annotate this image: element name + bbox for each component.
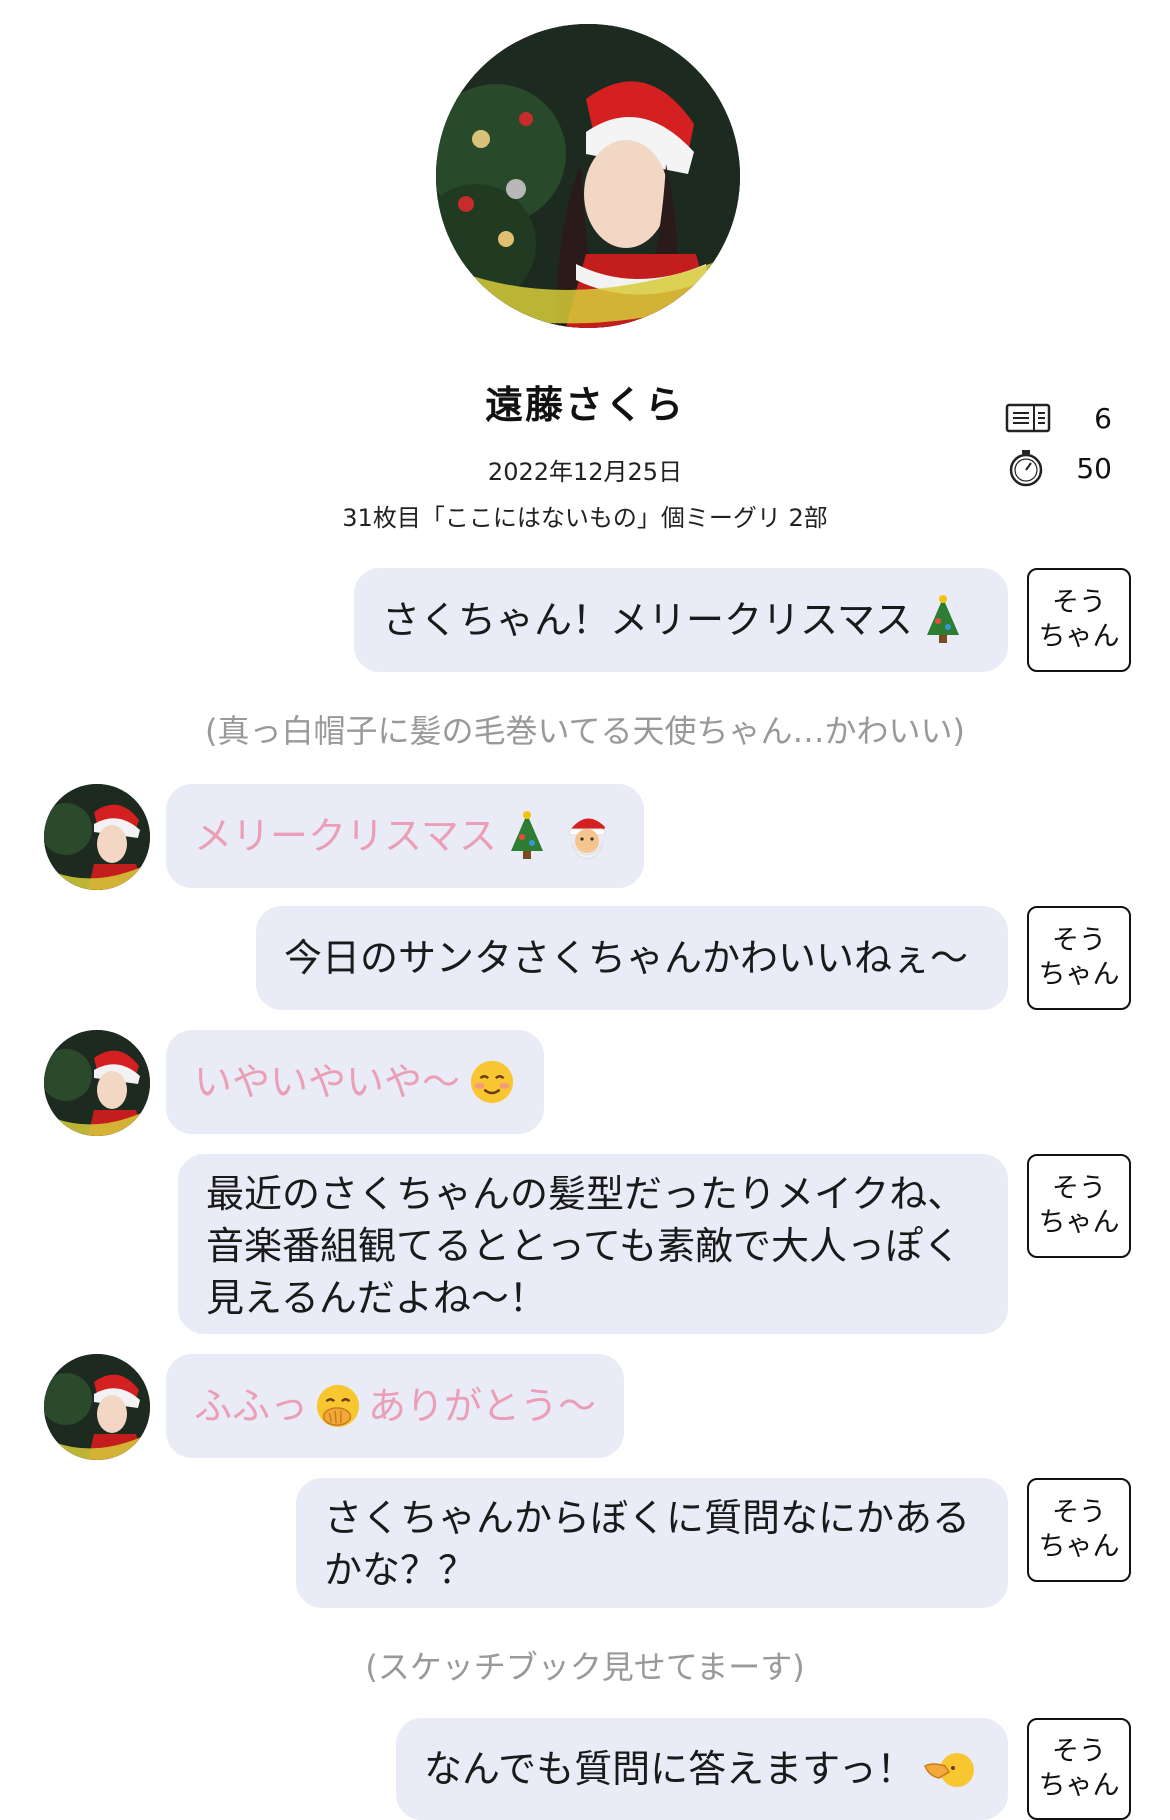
sender-tag: そう ちゃん: [1027, 906, 1131, 1010]
member-name: 遠藤さくら: [484, 383, 685, 427]
message-bubble-self: さくちゃん！メリークリスマス: [354, 568, 1008, 672]
sender-tag-line-2: ちゃん: [1038, 1770, 1120, 1801]
event-date: 2022年12月25日: [487, 458, 683, 486]
stage-note: (真っ白帽子に髪の毛巻いてる天使ちゃん…かわいい): [204, 712, 965, 750]
event-title: 31枚目「ここにはないもの」個ミーグリ 2部: [342, 504, 828, 532]
stage-note: (スケッチブック見せてまーす): [365, 1648, 805, 1686]
sender-tag: そう ちゃん: [1027, 1718, 1131, 1820]
hand-over-mouth-icon: [316, 1384, 360, 1428]
sender-tag: そう ちゃん: [1027, 1478, 1131, 1582]
message-bubble-other: メリークリスマス: [166, 784, 644, 888]
message-text: 最近のさくちゃんの髪型だったりメイクね、音楽番組観てるととっても素敵で大人っぽく…: [206, 1172, 966, 1320]
message-bubble-self: 最近のさくちゃんの髪型だったりメイクね、音楽番組観てるととっても素敵で大人っぽく…: [178, 1154, 1008, 1334]
message-bubble-other: いやいやいや〜: [166, 1030, 544, 1134]
santa-icon: [568, 818, 606, 860]
ticket-count-value: 6: [1094, 401, 1112, 435]
message-text: さくちゃんからぼくに質問なにかあるかな？？: [324, 1496, 971, 1592]
member-avatar[interactable]: [44, 1354, 150, 1460]
sender-tag-line-1: そう: [1052, 1736, 1106, 1767]
profile-avatar[interactable]: [436, 24, 740, 328]
message-text: 今日のサンタさくちゃんかわいいねぇ〜: [284, 936, 969, 980]
message-text: いやいやいや〜: [194, 1060, 461, 1104]
christmas-tree-icon: [926, 595, 959, 643]
message-bubble-self: さくちゃんからぼくに質問なにかあるかな？？: [296, 1478, 1008, 1608]
sender-tag-line-2: ちゃん: [1038, 959, 1120, 990]
christmas-tree-icon: [510, 811, 543, 859]
stopwatch-icon: [1009, 450, 1043, 487]
sender-tag-line-1: そう: [1052, 1497, 1106, 1528]
ticket-icon: [1005, 403, 1051, 433]
sender-tag: そう ちゃん: [1027, 1154, 1131, 1258]
sender-tag-line-2: ちゃん: [1038, 1207, 1120, 1238]
seconds-count: 50: [1004, 448, 1112, 488]
message-text: さくちゃん！メリークリスマス: [382, 598, 913, 642]
message-text: メリークリスマス: [194, 814, 497, 858]
sender-tag-line-1: そう: [1052, 587, 1106, 618]
sender-tag-line-1: そう: [1052, 925, 1106, 956]
sender-tag-line-2: ちゃん: [1038, 621, 1120, 652]
message-bubble-self: なんでも質問に答えますっ！: [396, 1718, 1008, 1820]
message-text: なんでも質問に答えますっ！: [424, 1747, 915, 1791]
member-avatar[interactable]: [44, 784, 150, 890]
seconds-count-value: 50: [1076, 451, 1112, 485]
message-text-part-1: ふふっ: [194, 1384, 309, 1428]
message-bubble-self: 今日のサンタさくちゃんかわいいねぇ〜: [256, 906, 1008, 1010]
member-avatar[interactable]: [44, 1030, 150, 1136]
message-bubble-other: ふふっ ありがとう〜: [166, 1354, 624, 1458]
message-text-part-2: ありがとう〜: [367, 1384, 596, 1428]
sender-tag-line-1: そう: [1052, 1173, 1106, 1204]
chat-page: 遠藤さくら 2022年12月25日 31枚目「ここにはないもの」個ミーグリ 2部…: [0, 0, 1170, 1820]
pointing-face-icon: [923, 1753, 974, 1787]
sender-tag: そう ちゃん: [1027, 568, 1131, 672]
smiling-face-icon: [470, 1060, 514, 1104]
ticket-count: 6: [1004, 398, 1112, 438]
sender-tag-line-2: ちゃん: [1038, 1531, 1120, 1562]
